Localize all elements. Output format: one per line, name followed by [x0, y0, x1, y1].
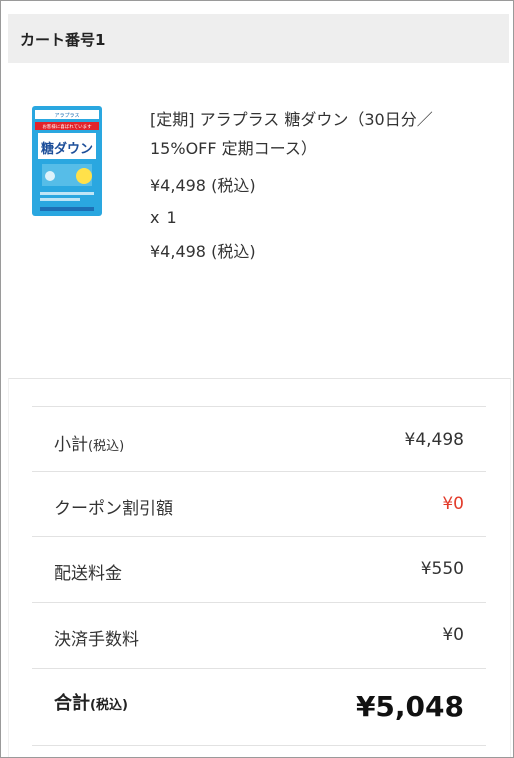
shipping-value: ¥550 [420, 559, 464, 579]
cart-panel: カート番号1 アラプラス お客様に喜ばれています 糖ダウン [定期] アラプラス… [0, 0, 514, 758]
shipping-label: 配送料金 [54, 564, 122, 584]
cart-header: カート番号1 [8, 14, 509, 63]
coupon-value: ¥0 [442, 494, 464, 514]
cart-item: アラプラス お客様に喜ばれています 糖ダウン [定期] アラプラス 糖ダウン（3… [1, 63, 513, 373]
total-label: 合計(税込) [54, 693, 128, 714]
total-value: ¥5,048 [355, 690, 464, 723]
summary-row-shipping: 配送料金 ¥550 [32, 536, 486, 603]
fee-label: 決済手数料 [54, 630, 139, 650]
summary-row-total: 合計(税込) ¥5,048 [32, 668, 486, 746]
summary-row-coupon: クーポン割引額 ¥0 [32, 471, 486, 537]
product-subtotal: ¥4,498 (税込) [150, 242, 256, 261]
cart-title: カート番号1 [20, 31, 106, 49]
subtotal-value: ¥4,498 [404, 430, 464, 450]
summary-divider [32, 745, 486, 746]
product-image[interactable]: アラプラス お客様に喜ばれています 糖ダウン [32, 106, 102, 216]
fee-value: ¥0 [442, 625, 464, 645]
product-name[interactable]: [定期] アラプラス 糖ダウン（30日分／ 15%OFF 定期コース） [150, 105, 490, 163]
coupon-label: クーポン割引額 [54, 499, 173, 519]
summary-row-subtotal: 小計(税込) ¥4,498 [32, 406, 486, 472]
subtotal-label: 小計(税込) [54, 435, 125, 455]
product-image-name: 糖ダウン [41, 141, 93, 157]
summary-row-fee: 決済手数料 ¥0 [32, 602, 486, 669]
product-name-line2: 15%OFF 定期コース） [150, 139, 317, 158]
product-image-banner: お客様に喜ばれています [42, 123, 92, 130]
product-quantity: x 1 [150, 208, 178, 227]
total-tax-note: (税込) [90, 698, 128, 713]
subtotal-tax-note: (税込) [88, 439, 125, 454]
product-image-brand: アラプラス [55, 113, 80, 119]
product-unit-price: ¥4,498 (税込) [150, 176, 256, 195]
order-summary: 小計(税込) ¥4,498 クーポン割引額 ¥0 配送料金 ¥550 決済手数料… [8, 378, 511, 757]
product-name-line1: [定期] アラプラス 糖ダウン（30日分／ [150, 110, 433, 129]
